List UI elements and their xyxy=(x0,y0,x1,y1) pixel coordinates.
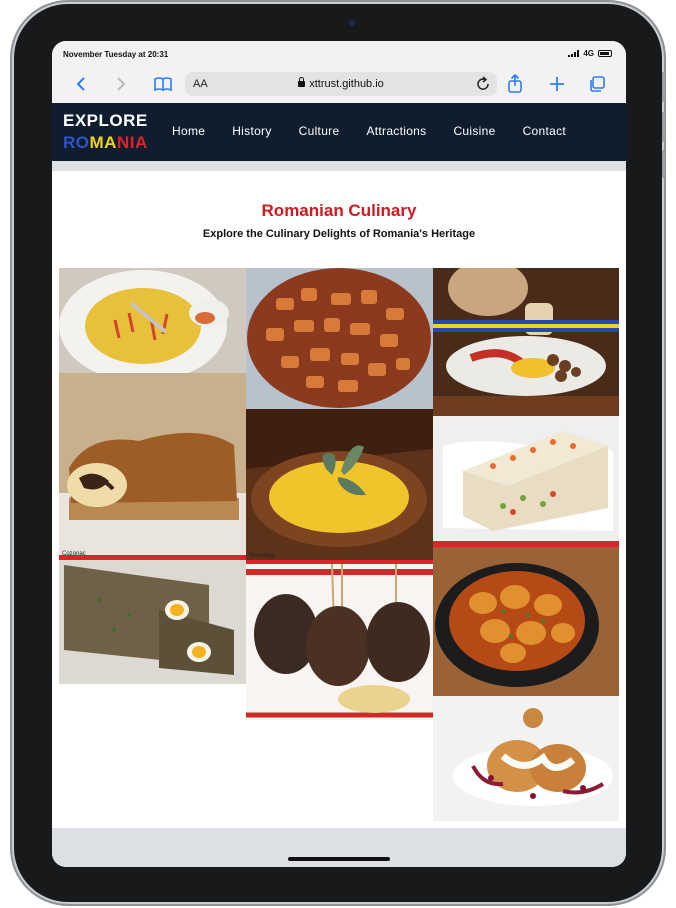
top-button xyxy=(662,150,665,178)
browser-toolbar: AA xttrust.github.io xyxy=(52,65,626,104)
nav-contact[interactable]: Contact xyxy=(523,124,566,138)
status-indicators: 4G xyxy=(568,49,612,58)
share-icon[interactable] xyxy=(504,73,526,95)
logo-romania: ROMANIA xyxy=(63,133,148,153)
header-divider xyxy=(52,161,626,171)
nav-history[interactable]: History xyxy=(232,124,271,138)
site-header: EXPLORE ROMANIA Home History Culture Att… xyxy=(52,103,626,161)
logo-explore: EXPLORE xyxy=(63,111,148,130)
mamaliga-caption: Mamaliga xyxy=(249,553,276,559)
footer-strip xyxy=(52,828,626,867)
network-label: 4G xyxy=(583,49,594,58)
address-bar[interactable]: AA xttrust.github.io xyxy=(185,72,497,96)
page-subtitle: Explore the Culinary Delights of Romania… xyxy=(202,228,476,240)
cozonac-photo[interactable]: Cozonac xyxy=(59,373,246,559)
drob-photo[interactable] xyxy=(59,560,246,684)
nav-culture[interactable]: Culture xyxy=(299,124,340,138)
forward-icon[interactable] xyxy=(110,73,132,95)
mici-photo[interactable] xyxy=(246,564,433,720)
status-bar: November Tuesday at 20:31 4G xyxy=(52,41,626,65)
volume-button xyxy=(662,72,665,102)
power-button xyxy=(662,112,665,142)
mamaliga-photo[interactable]: Mamaliga xyxy=(246,409,433,561)
chicken-stew-photo[interactable] xyxy=(433,541,619,696)
page-title: Romanian Culinary xyxy=(261,201,417,220)
logo-nia: NIA xyxy=(116,133,148,152)
url-text: xttrust.github.io xyxy=(309,78,384,90)
screen: November Tuesday at 20:31 4G AA xttrust.… xyxy=(52,41,626,867)
traditional-platter-photo[interactable] xyxy=(433,268,619,416)
vegetable-aspic-photo[interactable] xyxy=(433,416,619,541)
main-nav: Home History Culture Attractions Cuisine… xyxy=(172,124,566,138)
lock-icon xyxy=(298,77,306,87)
status-time: November Tuesday at 20:31 xyxy=(63,50,169,59)
bookmarks-icon[interactable] xyxy=(152,73,174,95)
nav-home[interactable]: Home xyxy=(172,124,205,138)
logo-ma: MA xyxy=(89,133,117,152)
reload-icon[interactable] xyxy=(475,75,491,98)
tabs-icon[interactable] xyxy=(586,73,608,95)
soup-photo[interactable] xyxy=(59,268,246,373)
camera-dot xyxy=(349,20,355,26)
battery-icon xyxy=(598,50,612,57)
signal-icon xyxy=(568,50,580,57)
url-display[interactable]: xttrust.github.io xyxy=(185,77,497,90)
papanasi-photo[interactable] xyxy=(433,696,619,821)
logo-ro: RO xyxy=(63,133,90,152)
back-icon[interactable] xyxy=(70,73,92,95)
nav-attractions[interactable]: Attractions xyxy=(366,124,426,138)
new-tab-icon[interactable] xyxy=(546,73,568,95)
nav-cuisine[interactable]: Cuisine xyxy=(453,124,495,138)
home-indicator[interactable] xyxy=(288,857,390,861)
fried-pork-photo[interactable] xyxy=(246,268,433,409)
